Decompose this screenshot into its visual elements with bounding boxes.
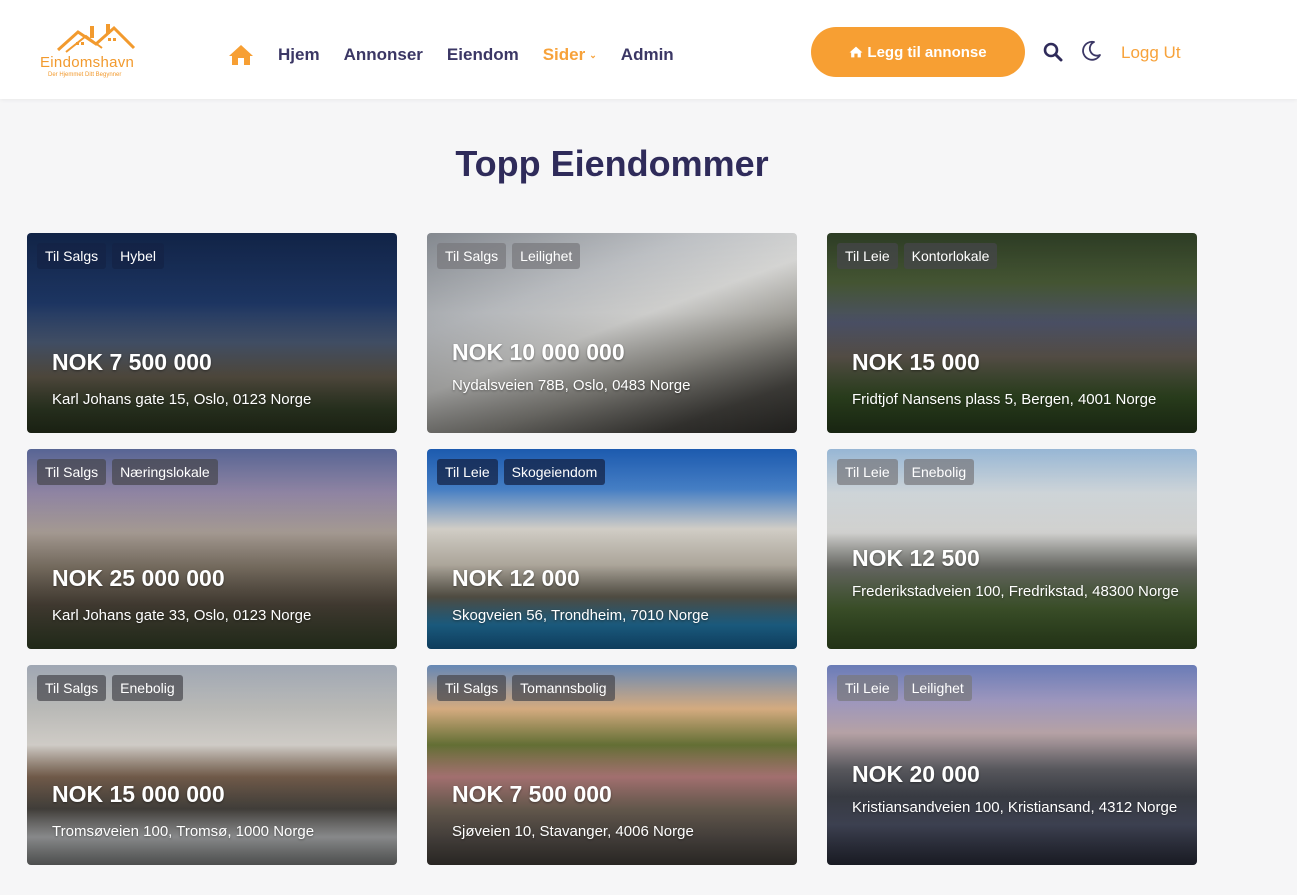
nav-admin[interactable]: Admin — [621, 45, 674, 65]
listing-card[interactable]: Til Salgs Leilighet NOK 10 000 000 Nydal… — [427, 233, 797, 433]
status-badge: Til Leie — [837, 675, 898, 701]
nav-sider[interactable]: Sider ⌄ — [543, 45, 597, 65]
listing-address: Sjøveien 10, Stavanger, 4006 Norge — [452, 823, 694, 840]
listing-badges: Til Salgs Enebolig — [37, 675, 183, 701]
listing-card[interactable]: Til Leie Kontorlokale NOK 15 000 Fridtjo… — [827, 233, 1197, 433]
status-badge: Til Leie — [837, 459, 898, 485]
status-badge: Til Salgs — [37, 243, 107, 269]
listing-address: Frederikstadveien 100, Fredrikstad, 4830… — [852, 583, 1179, 600]
type-badge: Næringslokale — [112, 459, 218, 485]
type-badge: Enebolig — [112, 675, 183, 701]
chevron-down-icon: ⌄ — [589, 49, 597, 60]
nav-sider-label: Sider — [542, 45, 586, 64]
listing-price: NOK 7 500 000 — [52, 349, 212, 375]
listing-address: Karl Johans gate 33, Oslo, 0123 Norge — [52, 607, 312, 624]
brand-logo[interactable]: Eindomshavn Der Hjemmet Ditt Begynner — [38, 22, 158, 84]
logout-link[interactable]: Logg Ut — [1121, 43, 1181, 63]
moon-icon[interactable] — [1080, 40, 1102, 62]
listing-card[interactable]: Til Salgs Tomannsbolig NOK 7 500 000 Sjø… — [427, 665, 797, 865]
listing-badges: Til Salgs Leilighet — [437, 243, 581, 269]
listing-address: Kristiansandveien 100, Kristiansand, 431… — [852, 799, 1178, 816]
type-badge: Tomannsbolig — [512, 675, 615, 701]
type-badge: Hybel — [112, 243, 164, 269]
type-badge: Enebolig — [903, 459, 975, 485]
listing-price: NOK 12 500 — [852, 545, 980, 571]
listing-price: NOK 15 000 — [852, 349, 980, 375]
listing-address: Tromsøveien 100, Tromsø, 1000 Norge — [52, 823, 315, 840]
type-badge: Leilighet — [903, 675, 972, 701]
listing-price: NOK 12 000 — [452, 565, 580, 591]
listing-badges: Til Leie Skogeiendom — [437, 459, 606, 485]
listing-badges: Til Salgs Næringslokale — [37, 459, 218, 485]
listing-card[interactable]: Til Salgs Enebolig NOK 15 000 000 Tromsø… — [27, 665, 397, 865]
status-badge: Til Salgs — [37, 459, 107, 485]
search-icon[interactable] — [1043, 42, 1063, 62]
listing-badges: Til Leie Leilighet — [837, 675, 972, 701]
listing-address: Fridtjof Nansens plass 5, Bergen, 4001 N… — [852, 391, 1157, 408]
listing-price: NOK 15 000 000 — [52, 781, 225, 807]
status-badge: Til Salgs — [437, 243, 507, 269]
section-title: Topp Eiendommer — [455, 143, 769, 184]
nav-hjem[interactable]: Hjem — [278, 45, 320, 65]
listing-badges: Til Salgs Tomannsbolig — [437, 675, 615, 701]
brand-name: Eindomshavn — [40, 54, 135, 71]
type-badge: Kontorlokale — [903, 243, 998, 269]
listing-card[interactable]: Til Salgs Næringslokale NOK 25 000 000 K… — [27, 449, 397, 649]
listing-card[interactable]: Til Leie Skogeiendom NOK 12 000 Skogveie… — [427, 449, 797, 649]
listing-price: NOK 7 500 000 — [452, 781, 612, 807]
brand-tagline: Der Hjemmet Ditt Begynner — [48, 72, 122, 78]
listing-address: Nydalsveien 78B, Oslo, 0483 Norge — [452, 377, 691, 394]
add-listing-label: Legg til annonse — [867, 43, 987, 61]
listing-address: Skogveien 56, Trondheim, 7010 Norge — [452, 607, 709, 624]
listing-price: NOK 20 000 — [852, 761, 980, 787]
listing-card[interactable]: Til Salgs Hybel NOK 7 500 000 Karl Johan… — [27, 233, 397, 433]
status-badge: Til Salgs — [437, 675, 507, 701]
listing-badges: Til Salgs Hybel — [37, 243, 164, 269]
type-badge: Leilighet — [512, 243, 581, 269]
listing-badges: Til Leie Enebolig — [837, 459, 975, 485]
listing-badges: Til Leie Kontorlokale — [837, 243, 998, 269]
status-badge: Til Leie — [837, 243, 898, 269]
listing-price: NOK 25 000 000 — [52, 565, 225, 591]
house-roof-logo-icon — [56, 24, 136, 53]
status-badge: Til Leie — [437, 459, 498, 485]
site-header: Eindomshavn Der Hjemmet Ditt Begynner Hj… — [0, 0, 1297, 99]
main-nav: Hjem Annonser Eiendom Sider ⌄ Admin — [228, 38, 698, 72]
home-icon — [849, 46, 863, 58]
nav-eiendom[interactable]: Eiendom — [447, 45, 519, 65]
listing-card[interactable]: Til Leie Leilighet NOK 20 000 Kristiansa… — [827, 665, 1197, 865]
add-listing-button[interactable]: Legg til annonse — [811, 27, 1025, 77]
status-badge: Til Salgs — [37, 675, 107, 701]
listing-card[interactable]: Til Leie Enebolig NOK 12 500 Frederiksta… — [827, 449, 1197, 649]
home-icon[interactable] — [228, 43, 254, 67]
type-badge: Skogeiendom — [503, 459, 606, 485]
listing-price: NOK 10 000 000 — [452, 339, 625, 365]
listing-address: Karl Johans gate 15, Oslo, 0123 Norge — [52, 391, 312, 408]
nav-annonser[interactable]: Annonser — [344, 45, 423, 65]
